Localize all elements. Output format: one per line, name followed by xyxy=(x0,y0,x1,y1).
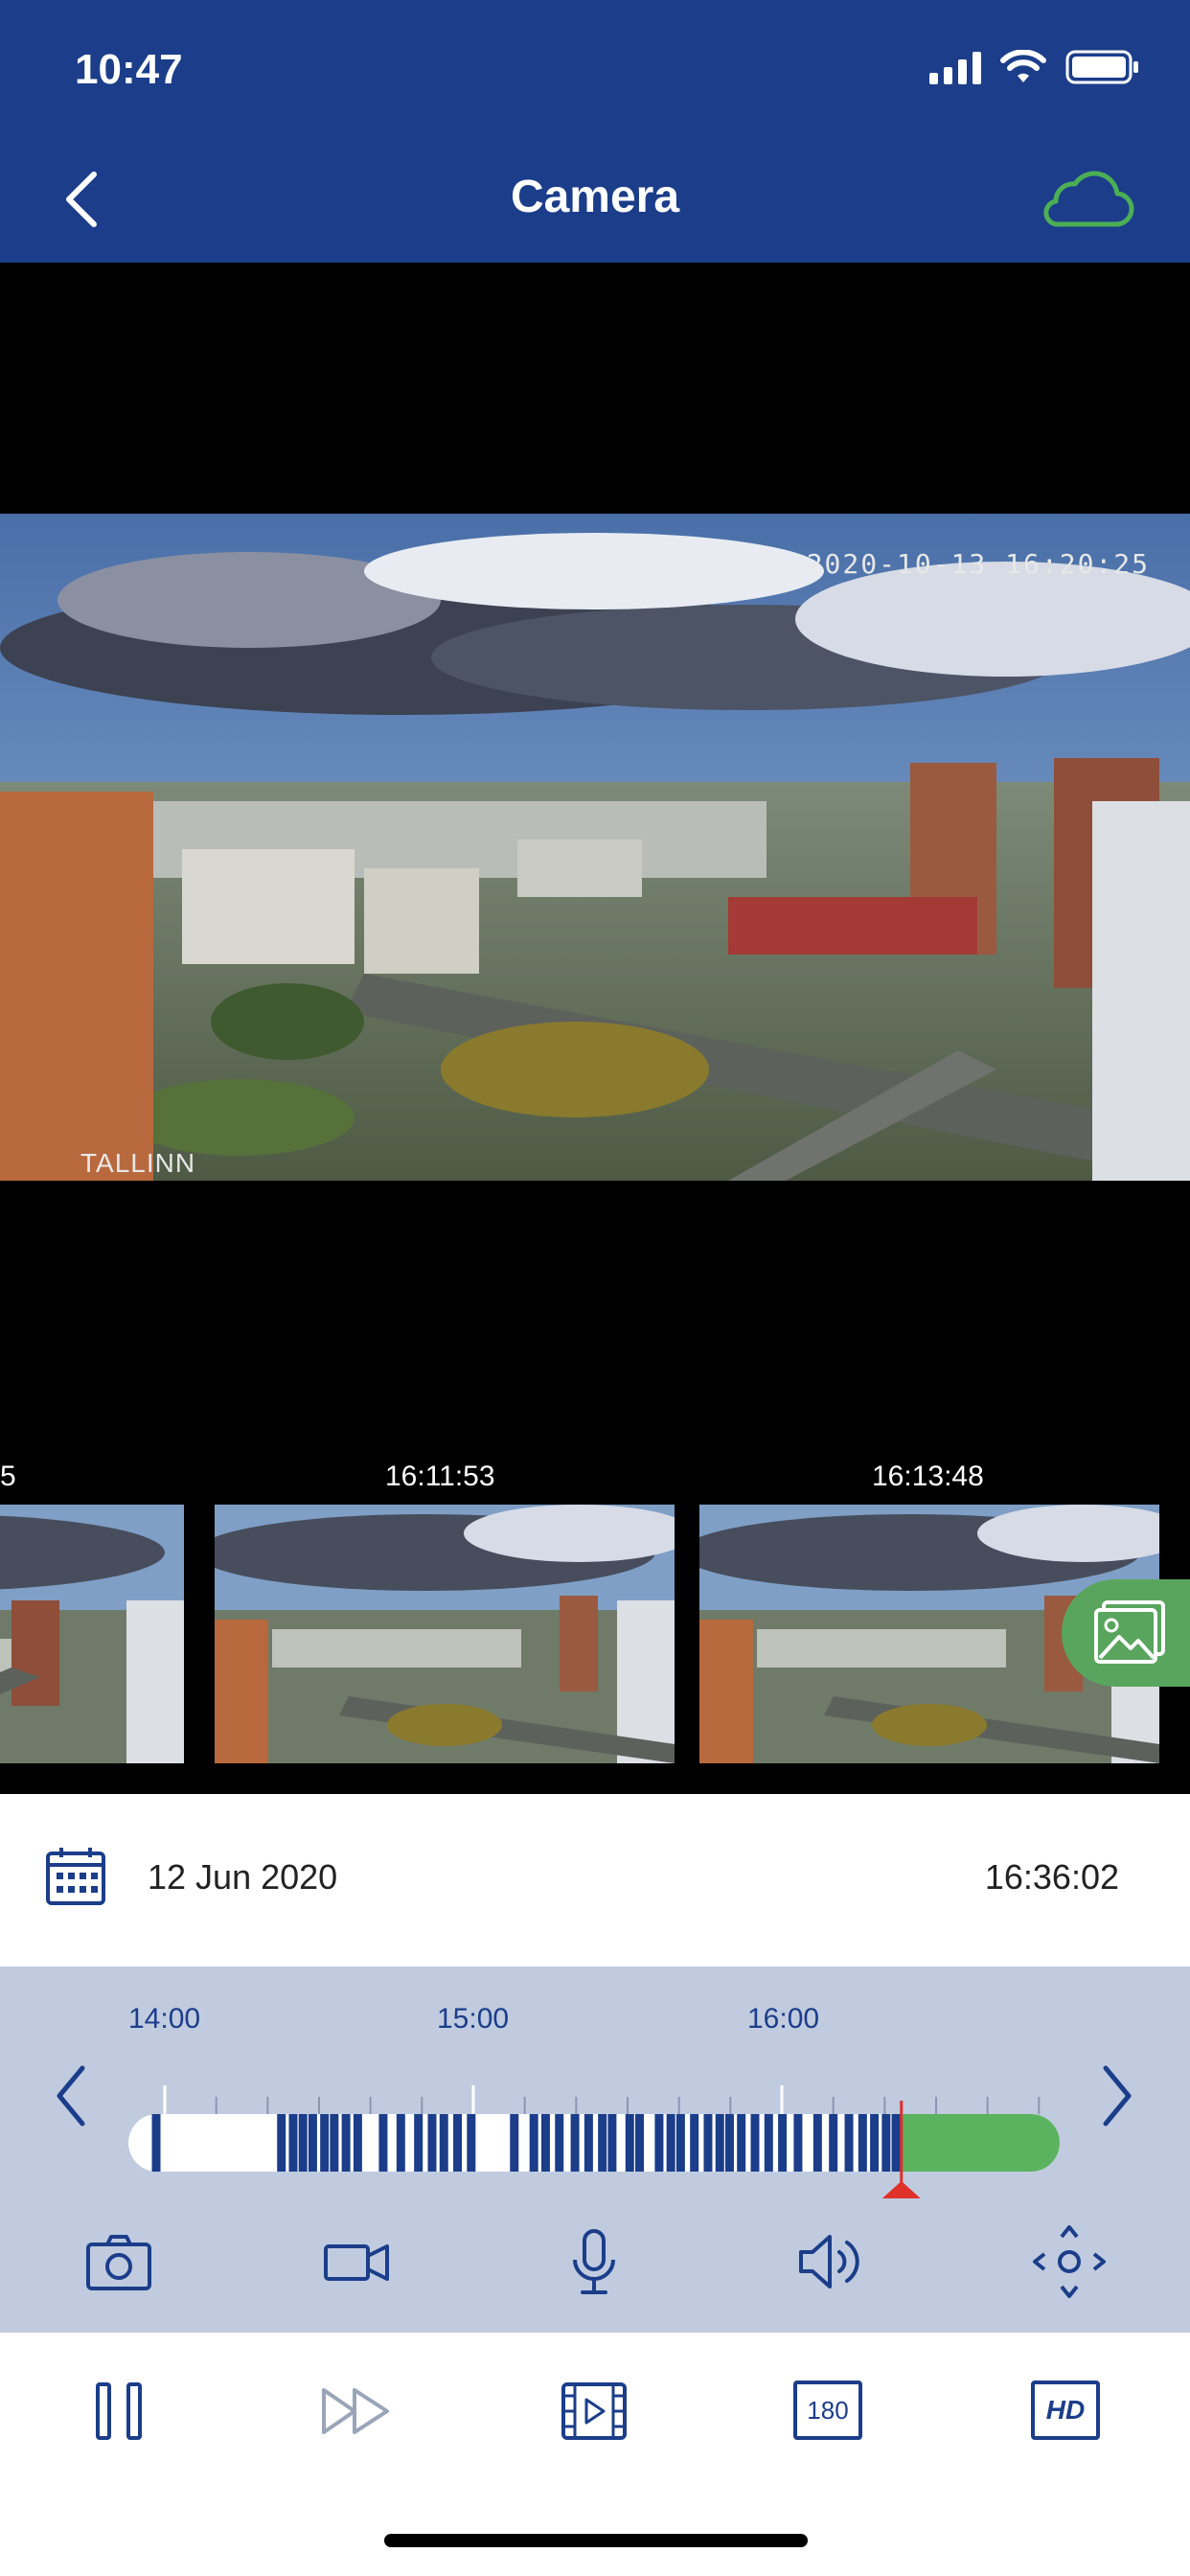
recording-segment[interactable] xyxy=(427,2114,437,2172)
status-time: 10:47 xyxy=(75,46,183,93)
recording-segment[interactable] xyxy=(675,2114,685,2172)
recording-segment[interactable] xyxy=(750,2114,760,2172)
page-title: Camera xyxy=(510,172,680,222)
recording-segment[interactable] xyxy=(715,2114,724,2172)
recording-segment[interactable] xyxy=(584,2114,593,2172)
rotate-180-button[interactable]: 180 xyxy=(793,2380,862,2440)
recording-segment[interactable] xyxy=(277,2114,286,2172)
calendar-icon[interactable] xyxy=(44,1844,107,1907)
recording-segment[interactable] xyxy=(891,2114,901,2172)
feed-timestamp: 2020-10-13 16:20:25 xyxy=(806,548,1150,580)
recording-thumbnail[interactable] xyxy=(215,1505,675,1763)
video-area: 2020-10-13 16:20:25 TALLINN 5 16:11:53 1… xyxy=(0,263,1190,1794)
feed-location-label: TALLINN xyxy=(80,1148,196,1178)
hd-label: HD xyxy=(1045,2395,1086,2425)
microphone-icon[interactable] xyxy=(556,2223,632,2300)
recording-segment[interactable] xyxy=(298,2114,308,2172)
recording-segment[interactable] xyxy=(529,2114,538,2172)
current-time: 16:36:02 xyxy=(984,1857,1119,1897)
app-header: 10:47 Camera xyxy=(0,0,1190,263)
recording-segment[interactable] xyxy=(353,2114,362,2172)
selected-date[interactable]: 12 Jun 2020 xyxy=(148,1857,337,1898)
recording-segment[interactable] xyxy=(764,2114,773,2172)
rotate-180-label: 180 xyxy=(807,2395,849,2425)
clip-icon[interactable] xyxy=(556,2373,632,2450)
recording-segment[interactable] xyxy=(778,2114,788,2172)
recording-segment[interactable] xyxy=(598,2114,607,2172)
recording-segment[interactable] xyxy=(330,2114,339,2172)
recording-segment[interactable] xyxy=(829,2114,838,2172)
live-video-feed[interactable]: 2020-10-13 16:20:25 TALLINN xyxy=(0,514,1190,1181)
recording-thumbnail[interactable] xyxy=(0,1505,184,1763)
recording-segment[interactable] xyxy=(654,2114,664,2172)
recording-segment[interactable] xyxy=(570,2114,580,2172)
timeline-next-icon[interactable] xyxy=(1098,2062,1136,2129)
recording-segment[interactable] xyxy=(870,2114,880,2172)
recording-segment[interactable] xyxy=(151,2114,161,2172)
timeline-hour-label: 14:00 xyxy=(128,2003,201,2035)
recording-segment[interactable] xyxy=(625,2114,634,2172)
fast-forward-icon[interactable] xyxy=(318,2373,395,2450)
recording-segment[interactable] xyxy=(378,2114,388,2172)
recording-segment[interactable] xyxy=(555,2114,564,2172)
cellular-signal-icon xyxy=(929,50,981,84)
speaker-icon[interactable] xyxy=(793,2223,870,2300)
thumbnail-time-label: 16:11:53 xyxy=(385,1460,495,1492)
ptz-move-icon[interactable] xyxy=(1031,2223,1108,2300)
video-camera-icon[interactable] xyxy=(318,2223,395,2300)
recording-segment[interactable] xyxy=(439,2114,448,2172)
recording-segment[interactable] xyxy=(453,2114,463,2172)
recording-segment[interactable] xyxy=(414,2114,423,2172)
recording-segment[interactable] xyxy=(844,2114,854,2172)
timeline-prev-icon[interactable] xyxy=(52,2062,90,2129)
recording-segment[interactable] xyxy=(666,2114,675,2172)
pause-icon[interactable] xyxy=(80,2373,157,2450)
hd-button[interactable]: HD xyxy=(1031,2380,1100,2440)
recording-segment[interactable] xyxy=(737,2114,746,2172)
recording-segment[interactable] xyxy=(341,2114,351,2172)
home-indicator[interactable] xyxy=(384,2534,808,2547)
recording-segment[interactable] xyxy=(540,2114,550,2172)
recording-segment[interactable] xyxy=(396,2114,405,2172)
timeline-hour-label: 15:00 xyxy=(437,2003,510,2035)
gallery-button[interactable] xyxy=(1062,1579,1190,1687)
battery-icon xyxy=(1065,50,1138,84)
cloud-icon[interactable] xyxy=(1039,163,1134,230)
city-view-image xyxy=(0,514,1190,1181)
recording-segment[interactable] xyxy=(288,2114,298,2172)
recording-segment[interactable] xyxy=(510,2114,519,2172)
status-icons xyxy=(929,50,1140,84)
recording-segment[interactable] xyxy=(467,2114,476,2172)
control-toolbar xyxy=(0,2175,1190,2333)
thumbnail-time-label: 5 xyxy=(0,1460,16,1492)
thumbnail-time-label: 16:13:48 xyxy=(872,1460,984,1492)
gallery-icon xyxy=(1094,1600,1165,1664)
recording-segment[interactable] xyxy=(812,2114,822,2172)
camera-icon[interactable] xyxy=(80,2223,157,2300)
timeline-hour-label: 16:00 xyxy=(747,2003,820,2035)
timeline-live-segment xyxy=(901,2114,1060,2172)
playback-bar: 180 HD xyxy=(0,2333,1190,2576)
recording-segment[interactable] xyxy=(634,2114,644,2172)
recording-segment[interactable] xyxy=(690,2114,699,2172)
date-bar: 12 Jun 2020 16:36:02 xyxy=(0,1794,1190,1966)
recording-segment[interactable] xyxy=(607,2114,617,2172)
recording-segment[interactable] xyxy=(308,2114,317,2172)
recording-segment[interactable] xyxy=(793,2114,803,2172)
recording-segment[interactable] xyxy=(724,2114,734,2172)
recording-segment[interactable] xyxy=(320,2114,330,2172)
wifi-icon xyxy=(1000,50,1046,82)
recording-segment[interactable] xyxy=(703,2114,713,2172)
recording-segment[interactable] xyxy=(858,2114,867,2172)
recording-segment[interactable] xyxy=(881,2114,891,2172)
